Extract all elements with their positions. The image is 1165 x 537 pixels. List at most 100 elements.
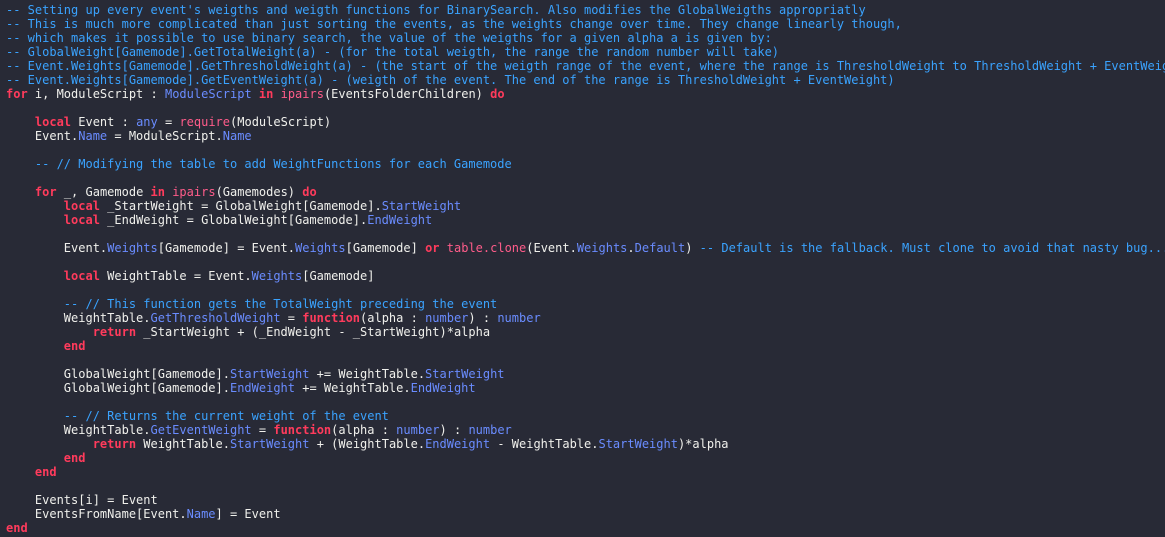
code-line[interactable]: GlobalWeight[Gamemode].EndWeight += Weig… xyxy=(6,381,1165,395)
property-token: EndWeight xyxy=(367,213,433,227)
code-line[interactable]: local _StartWeight = GlobalWeight[Gamemo… xyxy=(6,199,1165,213)
code-editor[interactable]: -- Setting up every event's weigths and … xyxy=(0,0,1165,537)
property-token: EndWeight xyxy=(229,381,295,395)
plain-token: EventsFromName[Event. xyxy=(6,507,187,521)
plain-token: += WeightTable. xyxy=(295,381,411,395)
plain-token: [Gamemode] xyxy=(302,269,375,283)
keyword-token: in xyxy=(258,87,274,101)
keyword-token: do xyxy=(490,87,505,101)
code-line[interactable]: WeightTable.GetEventWeight = function(al… xyxy=(6,423,1165,437)
code-line[interactable] xyxy=(6,171,1165,185)
keyword-token: function xyxy=(273,423,332,437)
code-line[interactable]: end xyxy=(6,465,1165,479)
code-line[interactable] xyxy=(6,227,1165,241)
plain-token: . xyxy=(627,241,635,255)
code-line[interactable] xyxy=(6,255,1165,269)
plain-token: (alpha : xyxy=(331,423,397,437)
code-line[interactable]: -- GlobalWeight[Gamemode].GetTotalWeight… xyxy=(6,45,1165,59)
plain-token: (Gamemodes) xyxy=(215,185,303,199)
plain-token: - WeightTable. xyxy=(490,437,599,451)
plain-token: ) : xyxy=(439,423,469,437)
plain-token: _, Gamemode xyxy=(56,185,151,199)
code-line[interactable]: EventsFromName[Event.Name] = Event xyxy=(6,507,1165,521)
plain-token: (Event. xyxy=(526,241,577,255)
plain-token: Event : xyxy=(71,115,137,129)
property-token: Weights xyxy=(576,241,628,255)
plain-token: (ModuleScript) xyxy=(230,115,332,129)
property-token: StartWeight xyxy=(229,437,310,451)
builtin-token: require xyxy=(179,115,231,129)
code-line[interactable]: GlobalWeight[Gamemode].StartWeight += We… xyxy=(6,367,1165,381)
plain-token: = xyxy=(157,115,180,129)
code-line[interactable] xyxy=(6,143,1165,157)
code-line[interactable]: -- which makes it possible to use binary… xyxy=(6,31,1165,45)
comment-token: -- which makes it possible to use binary… xyxy=(6,31,772,45)
plain-token: [Gamemode] xyxy=(345,241,426,255)
plain-token: (alpha : xyxy=(360,311,426,325)
code-line[interactable]: local Event : any = require(ModuleScript… xyxy=(6,115,1165,129)
code-line[interactable] xyxy=(6,479,1165,493)
type-token: number xyxy=(497,311,541,325)
code-line[interactable]: end xyxy=(6,339,1165,353)
keyword-token: end xyxy=(63,451,86,465)
code-line[interactable]: Event.Weights[Gamemode] = Event.Weights[… xyxy=(6,241,1165,255)
code-line[interactable]: -- // Returns the current weight of the … xyxy=(6,409,1165,423)
plain-token: (EventsFolderChildren) xyxy=(323,87,491,101)
code-line[interactable] xyxy=(6,283,1165,297)
code-line[interactable]: -- // Modifying the table to add WeightF… xyxy=(6,157,1165,171)
type-token: number xyxy=(396,423,440,437)
plain-token: _StartWeight + (_EndWeight - _StartWeigh… xyxy=(136,325,491,339)
type-token: any xyxy=(136,115,158,129)
keyword-token: for xyxy=(34,185,57,199)
code-line[interactable]: -- Setting up every event's weigths and … xyxy=(6,3,1165,17)
code-line[interactable]: WeightTable.GetThresholdWeight = functio… xyxy=(6,311,1165,325)
code-line[interactable]: local _EndWeight = GlobalWeight[Gamemode… xyxy=(6,213,1165,227)
plain-token: ) : xyxy=(468,311,498,325)
plain-token: _StartWeight = GlobalWeight[Gamemode]. xyxy=(99,199,382,213)
code-line[interactable]: for _, Gamemode in ipairs(Gamemodes) do xyxy=(6,185,1165,199)
keyword-token: in xyxy=(150,185,165,199)
code-line[interactable] xyxy=(6,395,1165,409)
code-line[interactable]: -- This is much more complicated than ju… xyxy=(6,17,1165,31)
code-line[interactable] xyxy=(6,353,1165,367)
code-line[interactable]: end xyxy=(6,521,1165,535)
comment-token: -- GlobalWeight[Gamemode].GetTotalWeight… xyxy=(6,45,780,59)
code-line[interactable]: end xyxy=(6,451,1165,465)
code-line[interactable]: Event.Name = ModuleScript.Name xyxy=(6,129,1165,143)
code-line[interactable]: return WeightTable.StartWeight + (Weight… xyxy=(6,437,1165,451)
code-line[interactable]: return _StartWeight + (_EndWeight - _Sta… xyxy=(6,325,1165,339)
code-lines[interactable]: -- Setting up every event's weigths and … xyxy=(6,3,1165,535)
property-token: StartWeight xyxy=(425,367,505,381)
plain-token: + (WeightTable. xyxy=(309,437,426,451)
property-token: StartWeight xyxy=(381,199,462,213)
plain-token: i, ModuleScript : xyxy=(27,87,165,101)
plain-token: _EndWeight = GlobalWeight[Gamemode]. xyxy=(99,213,368,227)
code-line[interactable]: for i, ModuleScript : ModuleScript in ip… xyxy=(6,87,1165,101)
plain-token: Event. xyxy=(6,241,108,255)
code-line[interactable]: Events[i] = Event xyxy=(6,493,1165,507)
keyword-token: return xyxy=(92,437,137,451)
code-line[interactable]: -- Event.Weights[Gamemode].GetThresholdW… xyxy=(6,59,1165,73)
code-line[interactable]: -- Event.Weights[Gamemode].GetEventWeigh… xyxy=(6,73,1165,87)
code-line[interactable]: local WeightTable = Event.Weights[Gamemo… xyxy=(6,269,1165,283)
comment-token: -- This is much more complicated than ju… xyxy=(6,17,902,31)
plain-token: ) xyxy=(685,241,700,255)
comment-token: -- Default is the fallback. Must clone t… xyxy=(699,241,1165,255)
code-line[interactable]: -- // This function gets the TotalWeight… xyxy=(6,297,1165,311)
keyword-token: end xyxy=(6,521,28,535)
property-token: Weights xyxy=(107,241,158,255)
type-token: number xyxy=(425,311,469,325)
comment-token: -- // This function gets the TotalWeight… xyxy=(63,297,498,311)
keyword-token: local xyxy=(34,115,72,129)
keyword-token: function xyxy=(302,311,361,325)
code-line[interactable] xyxy=(6,101,1165,115)
type-token: number xyxy=(468,423,512,437)
property-token: GetEventWeight xyxy=(150,423,252,437)
